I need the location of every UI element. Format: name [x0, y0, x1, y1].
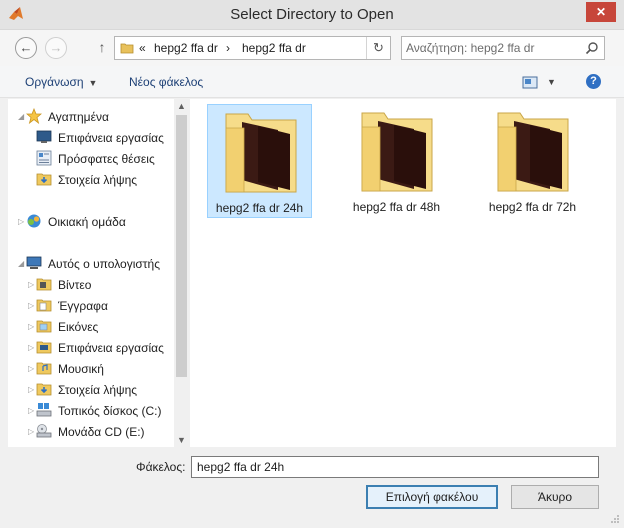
organize-label: Οργάνωση — [25, 75, 84, 89]
downloads-folder-icon — [36, 383, 52, 396]
window-title: Select Directory to Open — [230, 6, 394, 23]
forward-arrow-icon: → — [49, 40, 63, 55]
folder-icon — [497, 112, 569, 192]
cd-drive-icon — [36, 424, 52, 438]
folder-item[interactable]: hepg2 ffa dr 24h — [207, 104, 312, 218]
search-box — [401, 36, 605, 60]
expander-icon[interactable]: ◢ — [18, 112, 24, 121]
tree-item-label: Μονάδα CD (E:) — [58, 425, 145, 439]
new-folder-button[interactable]: Νέος φάκελος — [129, 75, 203, 89]
view-icon — [522, 76, 538, 89]
folder-icon — [120, 43, 134, 54]
expander-icon[interactable]: ▷ — [18, 217, 24, 226]
scroll-thumb[interactable] — [176, 115, 187, 377]
navigation-bar: ← → ↑ « hepg2 ffa dr › hepg2 ffa dr ↻ — [0, 30, 624, 66]
tree-item-label: Τοπικός δίσκος (C:) — [58, 404, 162, 418]
content-pane: hepg2 ffa dr 24h hepg2 ffa dr 48h hepg2 … — [190, 99, 616, 447]
tree-item-label: Επιφάνεια εργασίας — [58, 131, 164, 145]
navigation-scrollbar[interactable]: ▲ ▼ — [174, 99, 189, 447]
local-disk-icon — [36, 403, 52, 417]
refresh-button[interactable]: ↻ — [366, 37, 390, 59]
back-arrow-icon: ← — [19, 40, 33, 55]
expander-icon[interactable]: ▷ — [28, 427, 34, 436]
scroll-up-icon[interactable]: ▲ — [174, 99, 189, 113]
pictures-folder-icon — [36, 320, 52, 333]
help-icon[interactable]: ? — [586, 74, 601, 89]
folder-name-input[interactable] — [191, 456, 599, 478]
organize-menu[interactable]: Οργάνωση ▼ — [25, 75, 97, 89]
expander-icon[interactable]: ▷ — [28, 385, 34, 394]
tree-item-label: Στοιχεία λήψης — [58, 173, 138, 187]
folder-field-label: Φάκελος: — [136, 460, 186, 474]
tree-item-label: Βίντεο — [58, 278, 92, 292]
forward-button[interactable]: → — [45, 37, 67, 59]
resize-grip-icon[interactable] — [610, 514, 620, 524]
expander-icon[interactable]: ▷ — [28, 364, 34, 373]
breadcrumb-item-parent[interactable]: hepg2 ffa dr — [154, 41, 218, 55]
downloads-folder-icon — [36, 173, 52, 186]
command-bar: Οργάνωση ▼ Νέος φάκελος ▼ ? — [0, 66, 624, 98]
up-button[interactable]: ↑ — [94, 39, 110, 57]
tree-item-label: Μουσική — [58, 362, 104, 376]
back-button[interactable]: ← — [15, 37, 37, 59]
tree-item-label: Αυτός ο υπολογιστής — [48, 257, 160, 271]
refresh-icon: ↻ — [373, 40, 384, 55]
homegroup-icon — [27, 214, 41, 228]
computer-icon — [26, 256, 42, 269]
folder-name: hepg2 ffa dr 72h — [488, 200, 577, 214]
tree-item-label: Πρόσφατες θέσεις — [58, 152, 155, 166]
desktop-folder-icon — [36, 341, 52, 354]
expander-icon[interactable]: ▷ — [28, 322, 34, 331]
search-input[interactable] — [406, 40, 582, 56]
dialog-footer: Φάκελος: Επιλογή φακέλου Άκυρο — [0, 447, 624, 528]
tree-item-label: Οικιακή ομάδα — [48, 215, 126, 229]
close-button[interactable]: ✕ — [586, 2, 616, 22]
desktop-icon — [36, 130, 52, 143]
tree-item-label: Έγγραφα — [58, 299, 108, 313]
cancel-button[interactable]: Άκυρο — [511, 485, 599, 509]
expander-icon[interactable]: ▷ — [28, 280, 34, 289]
recent-places-icon — [36, 150, 52, 166]
tree-item-label: Εικόνες — [58, 320, 99, 334]
select-folder-button[interactable]: Επιλογή φακέλου — [366, 485, 498, 509]
folder-name: hepg2 ffa dr 48h — [352, 200, 441, 214]
navigation-pane: ◢ Αγαπημένα Επιφάνεια εργασίας Πρόσφατες… — [8, 99, 174, 447]
tree-item-label: Στοιχεία λήψης — [58, 383, 138, 397]
chevron-down-icon: ▼ — [88, 78, 98, 88]
expander-icon[interactable]: ▷ — [28, 406, 34, 415]
folder-icon — [361, 112, 433, 192]
breadcrumb-separator[interactable]: › — [226, 41, 230, 55]
documents-folder-icon — [36, 299, 52, 312]
videos-folder-icon — [36, 278, 52, 291]
tree-item-label: Αγαπημένα — [48, 110, 109, 124]
breadcrumb-overflow[interactable]: « — [139, 41, 146, 55]
change-view-button[interactable]: ▼ — [522, 75, 562, 91]
expander-icon[interactable]: ◢ — [18, 259, 24, 268]
expander-icon[interactable]: ▷ — [28, 343, 34, 352]
expander-icon[interactable]: ▷ — [28, 301, 34, 310]
star-icon — [26, 108, 42, 124]
music-folder-icon — [36, 362, 52, 375]
title-bar: Select Directory to Open ✕ — [0, 0, 624, 30]
folder-name: hepg2 ffa dr 24h — [215, 201, 304, 215]
folder-item[interactable]: hepg2 ffa dr 48h — [344, 104, 449, 218]
chevron-down-icon: ▼ — [547, 77, 556, 87]
tree-item-label: Επιφάνεια εργασίας — [58, 341, 164, 355]
address-bar[interactable]: « hepg2 ffa dr › hepg2 ffa dr ↻ — [114, 36, 391, 60]
scroll-down-icon[interactable]: ▼ — [174, 433, 189, 447]
search-icon[interactable] — [585, 41, 599, 55]
folder-item[interactable]: hepg2 ffa dr 72h — [480, 104, 585, 218]
folder-icon — [225, 113, 297, 193]
breadcrumb-item-current[interactable]: hepg2 ffa dr — [242, 41, 306, 55]
up-arrow-icon: ↑ — [98, 39, 106, 55]
